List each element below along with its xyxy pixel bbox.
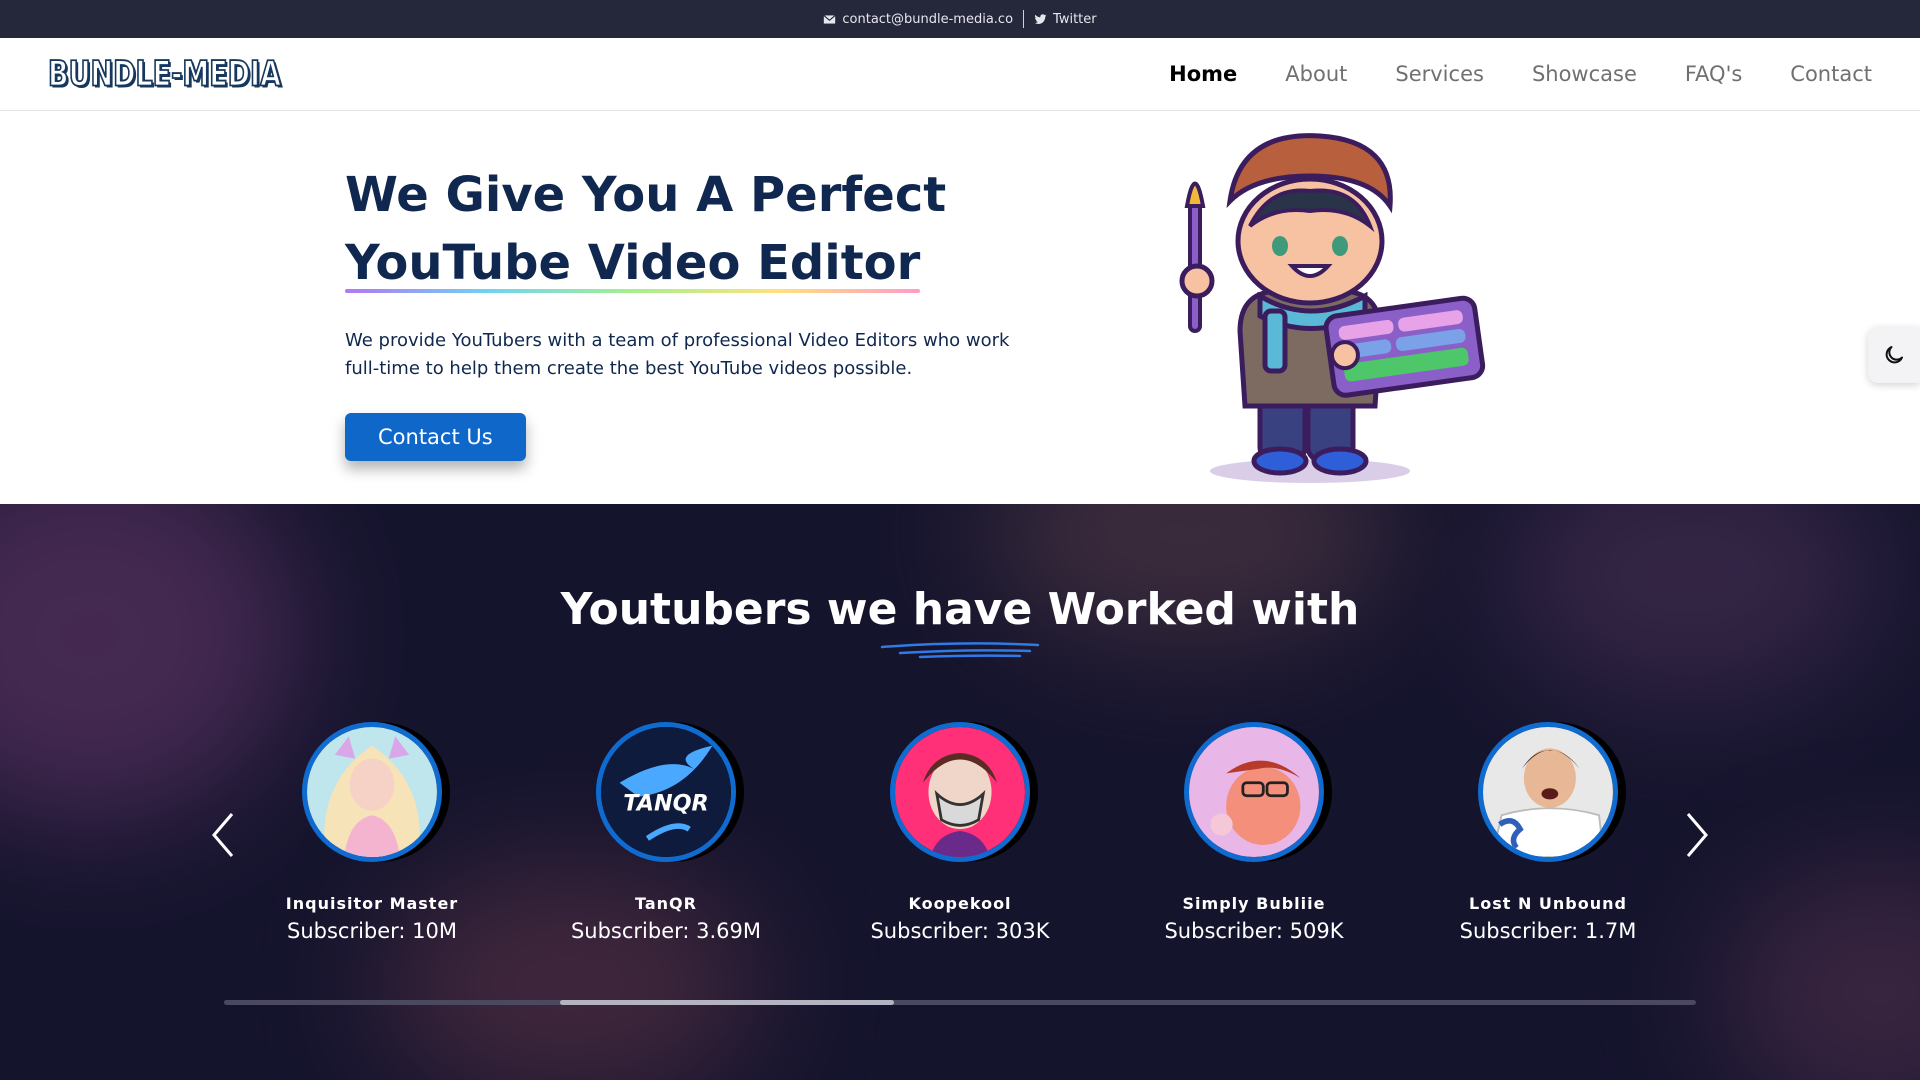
avatar-image — [1189, 727, 1319, 857]
chevron-right-icon — [1686, 813, 1708, 857]
hero-text: We Give You A Perfect YouTube Video Edit… — [345, 161, 1065, 461]
top-contact-bar: contact@bundle-media.co Twitter — [0, 0, 1920, 38]
editor-mascot-illustration — [1179, 133, 1486, 483]
chevron-left-icon — [212, 813, 234, 857]
tanqr-logo-text: TANQR — [623, 791, 708, 817]
dark-mode-toggle[interactable] — [1868, 327, 1920, 383]
main-navbar: BUNDLE-MEDIA Home About Services Showcas… — [0, 38, 1920, 111]
envelope-icon — [823, 14, 836, 24]
twitter-text: Twitter — [1053, 11, 1097, 27]
youtuber-subscribers: Subscriber: 3.69M — [570, 919, 762, 943]
nav-showcase[interactable]: Showcase — [1532, 62, 1637, 86]
youtuber-name: Lost N Unbound — [1469, 894, 1627, 913]
nav-faqs[interactable]: FAQ's — [1685, 62, 1742, 86]
youtuber-card[interactable]: Lost N Unbound Subscriber: 1.7M — [1428, 722, 1668, 943]
youtuber-subscribers: Subscriber: 303K — [870, 919, 1050, 943]
nav-links: Home About Services Showcase FAQ's Conta… — [1169, 62, 1872, 86]
nav-contact[interactable]: Contact — [1790, 62, 1872, 86]
avatar-image — [307, 727, 437, 857]
youtuber-subscribers: Subscriber: 10M — [286, 919, 458, 943]
avatar — [302, 722, 450, 862]
youtuber-name: TanQR — [635, 894, 697, 913]
carousel-next-button[interactable] — [1682, 810, 1712, 860]
avatar — [890, 722, 1038, 862]
bg-glow — [1720, 864, 1920, 1080]
contact-us-button[interactable]: Contact Us — [345, 413, 526, 461]
title-squiggle-underline — [880, 642, 1040, 659]
avatar-image — [1483, 727, 1613, 857]
twitter-icon — [1034, 13, 1047, 24]
carousel-scrollbar[interactable] — [224, 1000, 1696, 1005]
nav-about[interactable]: About — [1285, 62, 1347, 86]
hero-title: We Give You A Perfect YouTube Video Edit… — [345, 161, 1065, 297]
youtuber-card[interactable]: Simply Bubliie Subscriber: 509K — [1134, 722, 1374, 943]
brand-logo[interactable]: BUNDLE-MEDIA — [47, 53, 282, 95]
email-link[interactable]: contact@bundle-media.co — [813, 12, 1023, 27]
youtuber-subscribers: Subscriber: 1.7M — [1459, 919, 1637, 943]
avatar: TANQR — [596, 722, 744, 862]
rainbow-underline — [345, 289, 921, 293]
nav-home[interactable]: Home — [1169, 62, 1237, 86]
hero-description: We provide YouTubers with a team of prof… — [345, 330, 1010, 379]
nav-services[interactable]: Services — [1395, 62, 1484, 86]
avatar-image: TANQR — [601, 727, 731, 857]
hero-title-line2: YouTube Video Editor — [345, 235, 921, 291]
youtuber-name: Simply Bubliie — [1182, 894, 1326, 913]
hero-section: We Give You A Perfect YouTube Video Edit… — [0, 111, 1920, 504]
hero-title-highlight: YouTube Video Editor — [345, 229, 921, 297]
youtuber-card[interactable]: TANQR TanQR Subscriber: 3.69M — [546, 722, 786, 943]
youtuber-name: Inquisitor Master — [285, 894, 459, 913]
avatar-image — [895, 727, 1025, 857]
email-text: contact@bundle-media.co — [842, 11, 1014, 27]
carousel-scrollbar-thumb[interactable] — [560, 1000, 894, 1005]
section-title: Youtubers we have Worked with — [560, 584, 1360, 635]
youtuber-name: Koopekool — [908, 894, 1012, 913]
hero-title-line1: We Give You A Perfect — [345, 167, 947, 223]
youtuber-card[interactable]: Koopekool Subscriber: 303K — [840, 722, 1080, 943]
youtuber-subscribers: Subscriber: 509K — [1164, 919, 1344, 943]
youtubers-section: Youtubers we have Worked with Inquisitor… — [0, 504, 1920, 1080]
avatar — [1478, 722, 1626, 862]
moon-icon — [1885, 346, 1903, 364]
youtuber-card[interactable]: Inquisitor Master Subscriber: 10M — [252, 722, 492, 943]
twitter-link[interactable]: Twitter — [1024, 12, 1107, 27]
carousel-prev-button[interactable] — [208, 810, 238, 860]
avatar — [1184, 722, 1332, 862]
